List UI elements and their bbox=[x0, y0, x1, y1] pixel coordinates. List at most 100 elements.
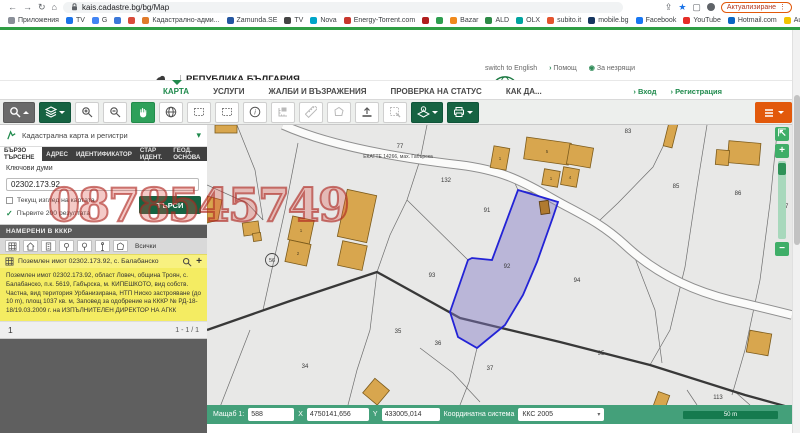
bookmark-item[interactable]: Кадастрално-адми... bbox=[142, 17, 219, 24]
previous-extent-button[interactable] bbox=[187, 102, 211, 123]
checkbox-icon[interactable] bbox=[6, 197, 13, 204]
caret-down-icon bbox=[467, 111, 473, 114]
accessibility-link[interactable]: ◉ За незрящи bbox=[589, 64, 635, 72]
bookmark-item[interactable]: ALD bbox=[485, 17, 509, 24]
bookmark-item[interactable]: Energy-Torrent.com bbox=[344, 17, 415, 24]
bookmark-star-icon[interactable]: ★ bbox=[678, 3, 686, 12]
bookmark-item[interactable]: Zamunda.SE bbox=[227, 17, 278, 24]
pan-tool-button[interactable] bbox=[131, 102, 155, 123]
crs-select[interactable]: ККС 2005 ▾ bbox=[518, 408, 604, 421]
favicon bbox=[8, 17, 15, 24]
page-scrollbar[interactable] bbox=[792, 30, 800, 433]
y-coordinate-input[interactable] bbox=[382, 408, 440, 421]
switch-language-link[interactable]: switch to English bbox=[485, 65, 537, 72]
map-canvas[interactable]: 7713291929394958385868734353637113 15141… bbox=[207, 125, 792, 405]
pagination: 1 1 - 1 / 1 bbox=[0, 321, 207, 339]
bookmark-item[interactable]: G bbox=[92, 17, 107, 24]
bookmark-item[interactable]: Bazar bbox=[450, 17, 478, 24]
update-button[interactable]: Актуализиране ⋮ bbox=[721, 2, 792, 13]
bookmark-item[interactable] bbox=[422, 17, 429, 24]
back-icon[interactable]: ← bbox=[8, 3, 17, 12]
scrollbar-thumb[interactable] bbox=[794, 95, 800, 245]
home-icon[interactable]: ⌂ bbox=[52, 3, 57, 12]
x-coordinate-input[interactable] bbox=[307, 408, 369, 421]
result-item[interactable]: Поземлен имот 02302.173.92, с. Балабанск… bbox=[0, 254, 207, 268]
filter-pole-button[interactable] bbox=[95, 240, 110, 252]
nav-item-map[interactable]: КАРТА bbox=[163, 87, 189, 96]
tab-old-ident[interactable]: СТАР ИДЕНТ. bbox=[136, 147, 169, 161]
filter-tree-button[interactable] bbox=[77, 240, 92, 252]
bookmark-item[interactable]: Facebook bbox=[636, 17, 677, 24]
tab-icon[interactable]: ▢ bbox=[692, 3, 701, 12]
bookmark-item[interactable]: TV bbox=[66, 17, 85, 24]
favicon bbox=[683, 17, 690, 24]
bookmark-item[interactable]: TV bbox=[284, 17, 303, 24]
zoom-in-map-button[interactable]: + bbox=[775, 144, 789, 158]
page-number[interactable]: 1 bbox=[8, 325, 13, 335]
filter-house-button[interactable] bbox=[23, 240, 38, 252]
nav-item-complaints[interactable]: ЖАЛБИ И ВЪЗРАЖЕНИЯ bbox=[269, 87, 367, 96]
select-features-button[interactable] bbox=[383, 102, 407, 123]
zoom-out-button[interactable] bbox=[103, 102, 127, 123]
filter-zone-button[interactable] bbox=[113, 240, 128, 252]
tab-quick-search[interactable]: БЪРЗО ТЪРСЕНЕ bbox=[0, 147, 42, 161]
nav-item-services[interactable]: УСЛУГИ bbox=[213, 87, 244, 96]
filter-all-link[interactable]: Всички bbox=[135, 243, 156, 250]
site-header: РЕПУБЛИКА БЪЛГАРИЯ Агенция по геодезия, … bbox=[0, 30, 800, 80]
scale-input[interactable] bbox=[248, 408, 294, 421]
layer-selector[interactable]: Кадастрална карта и регистри ▾ bbox=[0, 125, 207, 147]
register-link[interactable]: › Регистрация bbox=[670, 87, 722, 96]
zoom-to-result-icon[interactable] bbox=[182, 257, 192, 267]
full-extent-button[interactable] bbox=[159, 102, 183, 123]
measure-coordinates-button[interactable] bbox=[271, 102, 295, 123]
bookmark-item[interactable]: Hotmail.com bbox=[728, 17, 777, 24]
bookmark-item[interactable] bbox=[128, 17, 135, 24]
map-content-button[interactable] bbox=[755, 102, 792, 123]
favicon bbox=[485, 17, 492, 24]
map-container: 7713291929394958385868734353637113 15141… bbox=[207, 125, 792, 433]
reload-icon[interactable]: ↻ bbox=[38, 3, 46, 12]
bookmark-item[interactable]: Приложения bbox=[8, 17, 59, 24]
tab-geodetic[interactable]: ГЕОД. ОСНОВА bbox=[169, 147, 207, 161]
upload-button[interactable] bbox=[355, 102, 379, 123]
help-link[interactable]: › Помощ bbox=[549, 65, 577, 72]
bookmark-item[interactable] bbox=[436, 17, 443, 24]
bookmark-item[interactable]: Nova bbox=[310, 17, 336, 24]
zoom-in-button[interactable] bbox=[75, 102, 99, 123]
tab-address[interactable]: АДРЕС bbox=[42, 147, 72, 161]
filter-parcels-button[interactable] bbox=[5, 240, 20, 252]
measure-area-button[interactable] bbox=[327, 102, 351, 123]
full-extent-map-button[interactable]: ⇱ bbox=[775, 127, 789, 141]
forward-icon[interactable]: → bbox=[23, 3, 32, 12]
layers-tool-button[interactable] bbox=[39, 102, 71, 123]
bookmarks-bar: Приложения TV G Кадастрално-адми... Zamunda.… bbox=[0, 14, 800, 27]
add-result-icon[interactable]: + bbox=[196, 256, 202, 267]
nav-item-status-check[interactable]: ПРОВЕРКА НА СТАТУС bbox=[391, 87, 482, 96]
nav-item-how-to[interactable]: КАК ДА... bbox=[506, 87, 542, 96]
next-extent-button[interactable] bbox=[215, 102, 239, 123]
bookmark-item[interactable] bbox=[114, 17, 121, 24]
address-bar[interactable]: kais.cadastre.bg/bg/Map bbox=[63, 2, 623, 13]
login-link[interactable]: › Вход bbox=[633, 87, 656, 96]
bookmark-item[interactable]: YouTube bbox=[683, 17, 721, 24]
favicon bbox=[142, 17, 149, 24]
filter-building-button[interactable] bbox=[41, 240, 56, 252]
zoom-slider-handle[interactable] bbox=[778, 163, 786, 175]
zoom-out-map-button[interactable]: − bbox=[775, 242, 789, 256]
bookmark-item[interactable]: AutoScout24.it bbox=[784, 17, 800, 24]
search-tool-button[interactable] bbox=[3, 102, 35, 123]
keywords-input[interactable] bbox=[6, 178, 199, 191]
profile-avatar[interactable] bbox=[707, 3, 715, 11]
filter-point-button[interactable] bbox=[59, 240, 74, 252]
bookmark-item[interactable]: mobile.bg bbox=[588, 17, 628, 24]
bookmark-item[interactable]: subito.it bbox=[547, 17, 581, 24]
zoom-slider[interactable] bbox=[778, 161, 786, 239]
measure-distance-button[interactable] bbox=[299, 102, 323, 123]
print-button[interactable] bbox=[447, 102, 479, 123]
identify-button[interactable]: i bbox=[243, 102, 267, 123]
search-button[interactable]: ТЪРСИ bbox=[139, 196, 201, 214]
tab-identifier[interactable]: ИДЕНТИФИКАТОР bbox=[72, 147, 136, 161]
bookmark-item[interactable]: OLX bbox=[516, 17, 540, 24]
share-icon[interactable]: ⇪ bbox=[665, 3, 673, 12]
layer-info-button[interactable] bbox=[411, 102, 443, 123]
